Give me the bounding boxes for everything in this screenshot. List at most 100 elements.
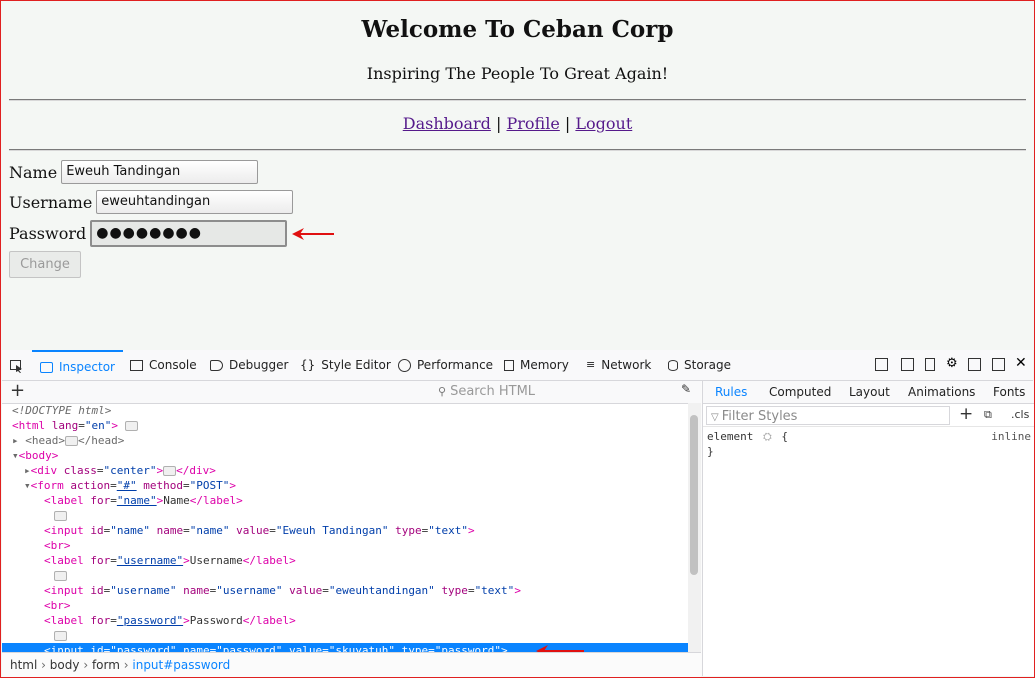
add-rule-icon[interactable]: + (959, 404, 973, 424)
element-picker-icon[interactable] (10, 360, 23, 373)
html-tree: <!DOCTYPE html> <html lang="en"> ▸ <head… (2, 403, 688, 652)
cls-toggle[interactable]: .cls (1011, 408, 1029, 421)
markup-scrollbar[interactable] (688, 403, 701, 652)
tree-line[interactable]: <br> (2, 598, 688, 613)
tree-line[interactable] (2, 628, 688, 643)
tab-style-editor[interactable]: {} Style Editor (300, 350, 391, 380)
password-row: Password ●●●●●●●● (9, 220, 288, 247)
breadcrumb-html[interactable]: html (10, 658, 37, 672)
whitespace-badge[interactable] (54, 631, 67, 641)
frame-select-icon[interactable] (925, 358, 935, 371)
tree-line[interactable]: <input id="name" name="name" value="Eweu… (2, 523, 688, 538)
tree-line[interactable] (2, 508, 688, 523)
tab-style-editor-label: Style Editor (321, 358, 391, 372)
performance-icon (398, 358, 411, 372)
pseudo-class-icon[interactable]: ⧉ (984, 408, 992, 422)
search-html-input[interactable]: ⚲ Search HTML (438, 381, 670, 402)
tree-line[interactable]: ▸ <head> </head> (2, 433, 688, 448)
event-badge[interactable] (124, 421, 138, 431)
memory-icon (504, 359, 514, 371)
tree-line[interactable]: <label for="username">Username</label> (2, 553, 688, 568)
rule-header: element ⛭ { (707, 430, 788, 444)
devtools-toolbar: Inspector Console Debugger {} Style Edit… (2, 350, 1033, 381)
name-row: Name Eweuh Tandingan (9, 160, 259, 184)
inspector-icon (40, 361, 53, 373)
network-icon: ≡ (586, 358, 596, 371)
tab-debugger[interactable]: Debugger (210, 350, 288, 380)
nav-link-profile[interactable]: Profile (507, 114, 560, 133)
nav-link-logout[interactable]: Logout (575, 114, 632, 133)
whitespace-badge[interactable] (54, 571, 67, 581)
tab-computed[interactable]: Computed (769, 381, 831, 403)
tree-line[interactable]: ▾<body> (2, 448, 688, 463)
eyedropper-icon[interactable]: ✎ (681, 382, 691, 396)
whitespace-badge[interactable] (54, 511, 67, 521)
change-button[interactable]: Change (9, 251, 81, 278)
tab-console-label: Console (149, 358, 197, 372)
tree-line[interactable]: ▸<div class="center"> </div> (2, 463, 688, 478)
rule-selector: element (707, 430, 754, 443)
tree-line[interactable]: <label for="name">Name</label> (2, 493, 688, 508)
rule-source: inline (991, 430, 1031, 443)
filter-styles-placeholder: Filter Styles (721, 409, 798, 424)
tab-performance-label: Performance (417, 358, 494, 372)
filter-icon: ▽ (711, 412, 719, 423)
breadcrumb-input-password[interactable]: input#password (132, 658, 230, 672)
tree-line[interactable]: <html lang="en"> (2, 418, 688, 433)
collapsed-badge[interactable] (163, 466, 177, 476)
tab-memory[interactable]: Memory (504, 350, 569, 380)
username-field[interactable]: eweuhtandingan (96, 190, 294, 214)
scrollbar-thumb[interactable] (690, 415, 698, 575)
tab-network-label: Network (601, 358, 652, 372)
dock-side-icon[interactable] (968, 358, 981, 371)
breadcrumb-body[interactable]: body (50, 658, 80, 672)
tab-rules[interactable]: Rules (715, 381, 747, 403)
tree-line[interactable]: <label for="password">Password</label> (2, 613, 688, 628)
password-label: Password (9, 224, 87, 243)
tab-layout[interactable]: Layout (849, 381, 890, 403)
tab-animations[interactable]: Animations (908, 381, 975, 403)
tab-fonts[interactable]: Fonts (993, 381, 1025, 403)
tab-network[interactable]: ≡ Network (586, 350, 651, 380)
separate-window-icon[interactable] (992, 358, 1005, 371)
markup-toolbar: + ⚲ Search HTML ✎ (2, 380, 701, 404)
divider (9, 149, 1026, 151)
tree-line[interactable]: <!DOCTYPE html> (2, 403, 688, 418)
close-icon[interactable]: ✕ (1015, 356, 1028, 370)
tree-line[interactable]: <input id="username" name="username" val… (2, 583, 688, 598)
tree-line[interactable]: ▾<form action="#" method="POST"> (2, 478, 688, 493)
username-label: Username (9, 192, 93, 212)
highlight-icon[interactable]: ⛭ (763, 430, 772, 443)
tab-performance[interactable]: Performance (398, 350, 493, 380)
rules-panel: Rules Computed Layout Animations Fonts ▽… (702, 381, 1034, 676)
tree-line[interactable]: <br> (2, 538, 688, 553)
password-field[interactable]: ●●●●●●●● (90, 220, 288, 247)
devtools-panel: Inspector Console Debugger {} Style Edit… (2, 350, 1034, 677)
web-page: Welcome To Ceban Corp Inspiring The Peop… (0, 0, 1035, 350)
tree-line[interactable] (2, 568, 688, 583)
tab-console[interactable]: Console (130, 350, 197, 380)
screenshot-icon[interactable] (901, 358, 914, 371)
filter-styles-input[interactable]: ▽ Filter Styles (706, 406, 950, 425)
add-node-icon[interactable]: + (10, 380, 25, 401)
name-field[interactable]: Eweuh Tandingan (61, 160, 259, 184)
tab-storage[interactable]: Storage (668, 350, 731, 380)
collapsed-badge[interactable] (64, 436, 78, 446)
search-icon: ⚲ (438, 385, 447, 398)
tab-storage-label: Storage (684, 358, 731, 372)
storage-icon (668, 359, 678, 371)
breadcrumb-form[interactable]: form (92, 658, 120, 672)
debugger-icon (210, 359, 223, 371)
rule-close: } (707, 445, 714, 458)
nav-link-dashboard[interactable]: Dashboard (403, 114, 491, 133)
tab-inspector[interactable]: Inspector (32, 350, 123, 382)
tab-inspector-label: Inspector (59, 360, 115, 374)
rule-open: { (781, 430, 789, 443)
tab-memory-label: Memory (520, 358, 569, 372)
gear-icon[interactable]: ⚙ (946, 357, 959, 370)
divider (9, 99, 1026, 101)
sidebar-tabs: Rules Computed Layout Animations Fonts (703, 381, 1034, 404)
responsive-design-icon[interactable] (875, 358, 888, 371)
page-title: Welcome To Ceban Corp (361, 16, 674, 43)
breadcrumb: html › body › form › input#password (2, 652, 701, 677)
